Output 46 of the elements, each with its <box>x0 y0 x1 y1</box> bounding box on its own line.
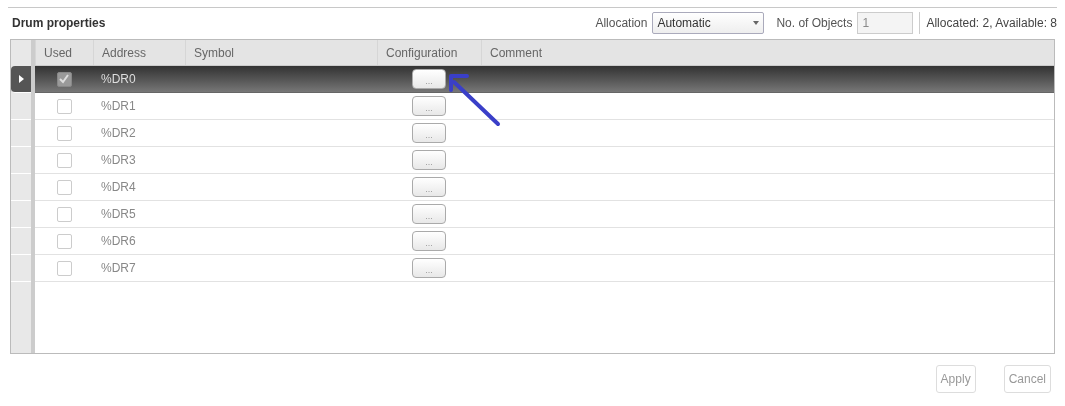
configuration-button[interactable]: ... <box>412 123 446 143</box>
row-indicator[interactable] <box>11 66 31 93</box>
address-cell-text: %DR2 <box>100 125 137 142</box>
column-header[interactable]: Used <box>35 40 93 65</box>
objects-label: No. of Objects <box>776 15 853 32</box>
caret-icon <box>753 21 760 25</box>
used-checkbox[interactable] <box>56 98 72 114</box>
address-cell-text: %DR7 <box>100 260 137 277</box>
used-checkbox[interactable] <box>56 206 72 222</box>
annotation-arrow <box>449 73 501 127</box>
address-cell-text: %DR4 <box>100 179 137 196</box>
table-row[interactable]: %DR3 ... <box>35 147 1054 174</box>
used-checkbox[interactable] <box>56 179 72 195</box>
configuration-button[interactable]: ... <box>412 177 446 197</box>
column-header[interactable]: Configuration <box>377 40 481 65</box>
used-checkbox[interactable] <box>56 233 72 249</box>
address-cell-text: %DR0 <box>100 71 137 88</box>
configuration-button[interactable]: ... <box>412 150 446 170</box>
allocation-status: Allocated: 2, Available: 8 <box>926 15 1057 32</box>
configuration-button[interactable]: ... <box>412 258 446 278</box>
used-checkbox[interactable] <box>56 125 72 141</box>
table-row[interactable]: %DR4 ... <box>35 174 1054 201</box>
configuration-button[interactable]: ... <box>412 204 446 224</box>
configuration-button[interactable]: ... <box>412 231 446 251</box>
used-checkbox[interactable] <box>56 71 72 87</box>
table-row[interactable]: %DR5 ... <box>35 201 1054 228</box>
used-checkbox[interactable] <box>56 260 72 276</box>
address-cell-text: %DR6 <box>100 233 137 250</box>
row-pointer-icon <box>18 75 24 83</box>
configuration-button[interactable]: ... <box>412 96 446 116</box>
address-cell-text: %DR1 <box>100 98 137 115</box>
panel-title: Drum properties <box>12 15 106 32</box>
table-row[interactable]: %DR1 ... <box>35 93 1054 120</box>
table-row[interactable]: %DR2 ... <box>35 120 1054 147</box>
table-row[interactable]: %DR7 ... <box>35 255 1054 282</box>
allocation-label: Allocation <box>595 15 648 32</box>
table-row[interactable]: %DR0 ... <box>35 66 1054 93</box>
configuration-button[interactable]: ... <box>412 69 446 89</box>
column-header[interactable]: Symbol <box>185 40 377 65</box>
address-cell-text: %DR3 <box>100 152 137 169</box>
column-header[interactable]: Address <box>93 40 185 65</box>
table-row[interactable]: %DR6 ... <box>35 228 1054 255</box>
column-header[interactable]: Comment <box>481 40 1054 65</box>
address-cell-text: %DR5 <box>100 206 137 223</box>
allocation-dropdown[interactable]: Automatic <box>652 12 765 34</box>
used-checkbox[interactable] <box>56 152 72 168</box>
